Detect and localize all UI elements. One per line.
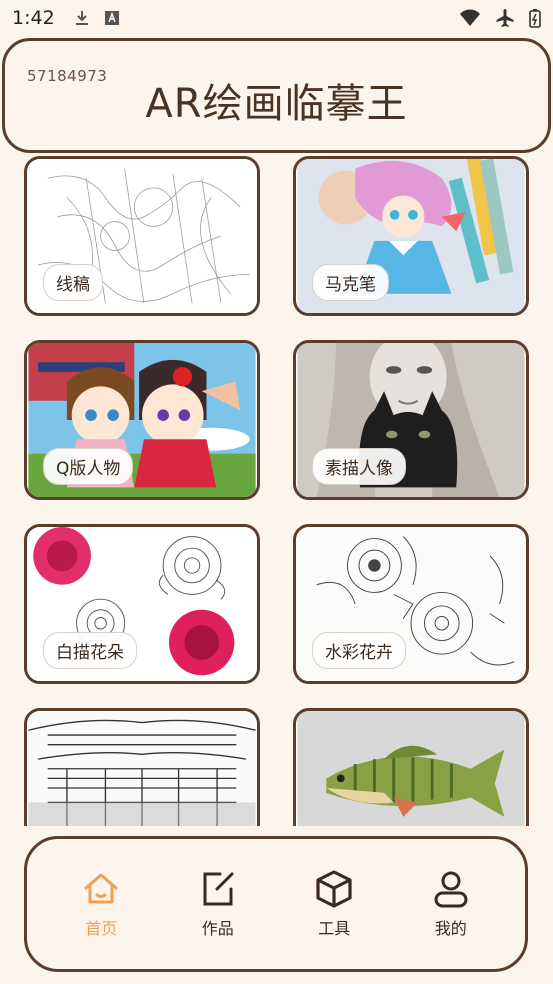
status-time: 1:42 bbox=[12, 7, 55, 29]
category-label: 素描人像 bbox=[312, 448, 406, 485]
battery-icon bbox=[529, 9, 541, 28]
category-card-architecture[interactable] bbox=[24, 708, 260, 826]
category-card-marker[interactable]: 马克笔 bbox=[293, 156, 529, 316]
wifi-icon bbox=[460, 9, 480, 26]
category-card-line-art[interactable]: 线稿 bbox=[24, 156, 260, 316]
app-header: 57184973 AR绘画临摹王 bbox=[2, 38, 551, 153]
category-label: 水彩花卉 bbox=[312, 632, 406, 669]
category-card-line-flower[interactable]: 白描花朵 bbox=[24, 524, 260, 684]
category-label: 线稿 bbox=[43, 264, 103, 301]
a-box-icon bbox=[104, 11, 119, 25]
airplane-icon bbox=[496, 9, 514, 27]
nav-item-works[interactable]: 作品 bbox=[173, 869, 263, 939]
nav-label: 作品 bbox=[201, 919, 234, 938]
app-title: AR绘画临摹王 bbox=[145, 81, 408, 127]
category-card-fish[interactable] bbox=[293, 708, 529, 826]
bottom-navigation: 首页 作品 工具 我的 bbox=[24, 836, 528, 972]
edit-icon bbox=[203, 872, 234, 906]
architecture-image bbox=[28, 711, 256, 826]
home-icon bbox=[84, 873, 118, 904]
user-icon bbox=[434, 871, 468, 908]
category-card-watercolor-flower[interactable]: 水彩花卉 bbox=[293, 524, 529, 684]
nav-label: 工具 bbox=[318, 919, 351, 938]
category-card-sketch-portrait[interactable]: 素描人像 bbox=[293, 340, 529, 500]
category-grid[interactable]: 线稿 马克笔 Q版人物 素描人像 白描花朵 水彩花卉 bbox=[0, 154, 553, 826]
category-label: Q版人物 bbox=[43, 448, 134, 485]
nav-item-tools[interactable]: 工具 bbox=[289, 869, 379, 939]
fish-image bbox=[297, 711, 525, 826]
nav-label: 我的 bbox=[434, 919, 467, 938]
category-label: 马克笔 bbox=[312, 264, 389, 301]
category-card-chibi[interactable]: Q版人物 bbox=[24, 340, 260, 500]
nav-item-profile[interactable]: 我的 bbox=[406, 869, 496, 939]
download-icon bbox=[75, 11, 88, 25]
status-bar: 1:42 bbox=[0, 0, 553, 36]
cube-icon bbox=[316, 870, 352, 908]
nav-label: 首页 bbox=[85, 919, 118, 938]
category-label: 白描花朵 bbox=[43, 632, 137, 669]
nav-item-home[interactable]: 首页 bbox=[56, 869, 146, 939]
